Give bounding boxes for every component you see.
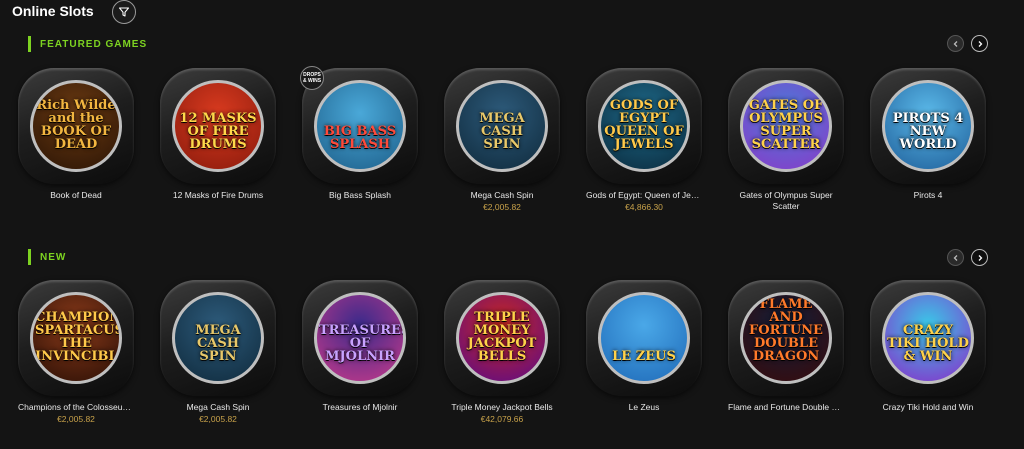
section-heading-featured: FEATURED GAMES	[28, 36, 147, 52]
game-tile[interactable]: MEGA CASH SPIN Mega Cash Spin €2,005.82	[158, 280, 278, 424]
chevron-left-icon	[953, 40, 957, 47]
game-title[interactable]: Le Zeus	[584, 402, 704, 413]
jackpot-amount: €4,866.30	[625, 202, 663, 212]
game-tile[interactable]: FLAME AND FORTUNE DOUBLE DRAGON Flame and…	[726, 280, 846, 413]
filter-funnel-icon	[118, 7, 130, 17]
game-thumbnail[interactable]: FLAME AND FORTUNE DOUBLE DRAGON	[728, 280, 844, 396]
game-title[interactable]: Pirots 4	[868, 190, 988, 201]
game-thumbnail[interactable]: TRIPLE MONEY JACKPOT BELLS	[444, 280, 560, 396]
game-artwork: GATES OF OLYMPUS SUPER SCATTER	[740, 80, 832, 172]
game-artwork: Rich Wilde and the BOOK OF DEAD	[30, 80, 122, 172]
game-logo: TREASURES OF MJOLNIR	[319, 323, 406, 364]
game-tile[interactable]: GODS OF EGYPT QUEEN OF JEWELS Gods of Egy…	[584, 68, 704, 212]
game-tile[interactable]: MEGA CASH SPIN Mega Cash Spin €2,005.82	[442, 68, 562, 212]
game-tile[interactable]: GATES OF OLYMPUS SUPER SCATTER Gates of O…	[726, 68, 846, 212]
game-logo: 12 MASKS OF FIRE DRUMS	[179, 111, 257, 152]
game-title[interactable]: Triple Money Jackpot Bells	[442, 402, 562, 413]
game-thumbnail[interactable]: MEGA CASH SPIN	[160, 280, 276, 396]
new-next-button[interactable]	[971, 249, 988, 266]
game-artwork: CRAZY TIKI HOLD & WIN	[882, 292, 974, 384]
game-logo: LE ZEUS	[612, 349, 676, 364]
game-tile[interactable]: TRIPLE MONEY JACKPOT BELLS Triple Money J…	[442, 280, 562, 424]
game-tile[interactable]: BIG BASS SPLASH DROPS & WINS Big Bass Spla…	[300, 66, 420, 201]
game-thumbnail[interactable]: GODS OF EGYPT QUEEN OF JEWELS	[586, 68, 702, 184]
featured-prev-button[interactable]	[947, 35, 964, 52]
game-artwork: BIG BASS SPLASH	[314, 80, 406, 172]
game-thumbnail[interactable]: TREASURES OF MJOLNIR	[302, 280, 418, 396]
game-tile[interactable]: TREASURES OF MJOLNIR Treasures of Mjolnir	[300, 280, 420, 413]
game-artwork: FLAME AND FORTUNE DOUBLE DRAGON	[740, 292, 832, 384]
game-title[interactable]: Gods of Egypt: Queen of Jewels	[584, 190, 704, 201]
page-title: Online Slots	[12, 3, 94, 19]
game-logo: GATES OF OLYMPUS SUPER SCATTER	[748, 98, 824, 152]
new-prev-button[interactable]	[947, 249, 964, 266]
game-tile[interactable]: LE ZEUS Le Zeus	[584, 280, 704, 413]
game-artwork: MEGA CASH SPIN	[172, 292, 264, 384]
game-logo: MEGA CASH SPIN	[195, 323, 241, 364]
game-logo: BIG BASS SPLASH	[323, 124, 397, 152]
game-logo: MEGA CASH SPIN	[479, 111, 525, 152]
game-title[interactable]: Champions of the Colosseum: Spartacus th…	[16, 402, 136, 413]
game-logo: Rich Wilde and the BOOK OF DEAD	[36, 98, 116, 152]
jackpot-amount: €42,079.66	[480, 414, 524, 424]
jackpot-amount: €2,005.82	[57, 414, 95, 424]
game-logo: GODS OF EGYPT QUEEN OF JEWELS	[604, 98, 684, 152]
section-heading-new: NEW	[28, 249, 66, 265]
game-artwork: MEGA CASH SPIN	[456, 80, 548, 172]
game-title[interactable]: Flame and Fortune Double Dragon	[726, 402, 846, 413]
drops-and-wins-badge: DROPS & WINS	[300, 66, 324, 90]
chevron-right-icon	[978, 254, 982, 261]
filter-button[interactable]	[112, 0, 136, 24]
game-title[interactable]: Gates of Olympus Super Scatter	[726, 190, 846, 212]
featured-next-button[interactable]	[971, 35, 988, 52]
game-artwork: PIROTS 4 NEW WORLD	[882, 80, 974, 172]
game-logo: FLAME AND FORTUNE DOUBLE DRAGON	[749, 297, 823, 364]
game-tile[interactable]: CHAMPIONS SPARTACUS THE INVINCIBLE Champi…	[16, 280, 136, 424]
game-thumbnail[interactable]: 12 MASKS OF FIRE DRUMS	[160, 68, 276, 184]
game-title[interactable]: Mega Cash Spin	[442, 190, 562, 201]
page-header: Online Slots	[0, 0, 1024, 28]
game-logo: CHAMPIONS SPARTACUS THE INVINCIBLE	[35, 310, 122, 364]
game-logo: PIROTS 4 NEW WORLD	[892, 111, 964, 152]
game-artwork: TRIPLE MONEY JACKPOT BELLS	[456, 292, 548, 384]
game-artwork: GODS OF EGYPT QUEEN OF JEWELS	[598, 80, 690, 172]
game-tile[interactable]: Rich Wilde and the BOOK OF DEAD Book of D…	[16, 68, 136, 201]
game-tile[interactable]: CRAZY TIKI HOLD & WIN Crazy Tiki Hold and…	[868, 280, 988, 413]
game-thumbnail[interactable]: GATES OF OLYMPUS SUPER SCATTER	[728, 68, 844, 184]
jackpot-amount: €2,005.82	[199, 414, 237, 424]
game-title[interactable]: Big Bass Splash	[300, 190, 420, 201]
game-title[interactable]: Crazy Tiki Hold and Win	[868, 402, 988, 413]
chevron-left-icon	[953, 254, 957, 261]
game-thumbnail[interactable]: Rich Wilde and the BOOK OF DEAD	[18, 68, 134, 184]
game-artwork: LE ZEUS	[598, 292, 690, 384]
game-artwork: CHAMPIONS SPARTACUS THE INVINCIBLE	[30, 292, 122, 384]
game-tile[interactable]: 12 MASKS OF FIRE DRUMS 12 Masks of Fire D…	[158, 68, 278, 201]
game-artwork: TREASURES OF MJOLNIR	[314, 292, 406, 384]
section-accent-bar	[28, 36, 31, 52]
game-title[interactable]: Treasures of Mjolnir	[300, 402, 420, 413]
game-tile[interactable]: PIROTS 4 NEW WORLD Pirots 4	[868, 68, 988, 201]
game-artwork: 12 MASKS OF FIRE DRUMS	[172, 80, 264, 172]
game-thumbnail[interactable]: MEGA CASH SPIN	[444, 68, 560, 184]
game-title[interactable]: Book of Dead	[16, 190, 136, 201]
game-title[interactable]: Mega Cash Spin	[158, 402, 278, 413]
game-thumbnail[interactable]: PIROTS 4 NEW WORLD	[870, 68, 986, 184]
game-thumbnail[interactable]: CRAZY TIKI HOLD & WIN	[870, 280, 986, 396]
game-logo: TRIPLE MONEY JACKPOT BELLS	[467, 310, 537, 364]
jackpot-amount: €2,005.82	[483, 202, 521, 212]
section-label: FEATURED GAMES	[40, 38, 148, 50]
game-thumbnail[interactable]: BIG BASS SPLASH DROPS & WINS	[300, 66, 418, 184]
chevron-right-icon	[978, 40, 982, 47]
game-logo: CRAZY TIKI HOLD & WIN	[887, 323, 969, 364]
game-title[interactable]: 12 Masks of Fire Drums	[158, 190, 278, 201]
section-accent-bar	[28, 249, 31, 265]
section-label: NEW	[40, 251, 67, 263]
game-thumbnail[interactable]: LE ZEUS	[586, 280, 702, 396]
game-thumbnail[interactable]: CHAMPIONS SPARTACUS THE INVINCIBLE	[18, 280, 134, 396]
